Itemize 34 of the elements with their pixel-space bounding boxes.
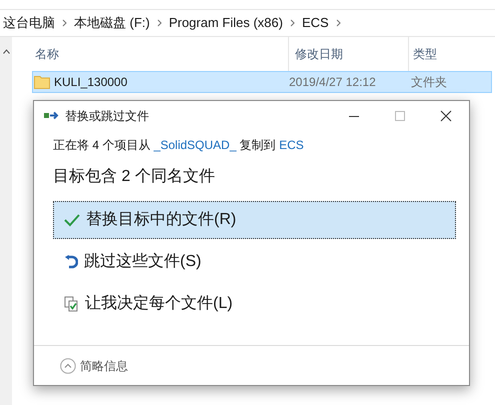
chevron-right-icon[interactable] (336, 19, 341, 27)
breadcrumb-item[interactable]: ECS (302, 13, 329, 33)
breadcrumb-item[interactable]: Program Files (x86) (168, 13, 283, 33)
column-header[interactable]: 修改日期 (295, 47, 343, 61)
scroll-up-icon[interactable] (2, 49, 10, 54)
chevron-right-icon[interactable] (156, 19, 162, 27)
breadcrumb-item[interactable]: 本地磁盘 (F:) (74, 13, 150, 33)
option-label: 替换目标中的文件(R) (86, 210, 236, 230)
file-row[interactable]: KULI_130000 2019/4/27 12:12 文件夹 (32, 71, 492, 93)
dialog-title: 替换或跳过文件 (65, 108, 150, 125)
option-button[interactable]: 跳过这些文件(S) (53, 243, 456, 281)
dialog-heading: 目标包含 2 个同名文件 (52, 166, 216, 187)
link[interactable]: _SolidSQUAD_ (154, 138, 236, 152)
option-button[interactable]: 让我决定每个文件(L) (53, 285, 456, 323)
option-label: 让我决定每个文件(L) (85, 294, 233, 314)
chevron-right-icon[interactable] (290, 19, 295, 27)
details-toggle[interactable]: 简略信息 (80, 356, 128, 374)
chevron-right-icon[interactable] (62, 19, 67, 27)
option-label: 跳过这些文件(S) (84, 252, 202, 272)
breadcrumb-item[interactable]: 这台电脑 (3, 13, 55, 33)
documents-icon (64, 296, 79, 312)
chevron-up-icon[interactable] (60, 358, 76, 374)
file-name: KULI_130000 (54, 74, 128, 91)
option-button[interactable]: 替换目标中的文件(R) (53, 201, 456, 239)
column-header[interactable]: 类型 (413, 47, 437, 61)
folder-icon (34, 75, 50, 89)
file-type: 文件夹 (411, 74, 447, 91)
check-icon (64, 213, 80, 227)
copy-message: 正在将 4 个项目从 _SolidSQUAD_ 复制到 ECS (52, 137, 305, 154)
column-header[interactable]: 名称 (35, 45, 59, 63)
link[interactable]: ECS (279, 138, 304, 152)
file-date: 2019/4/27 12:12 (289, 74, 377, 91)
copy-arrow-icon (44, 111, 60, 121)
undo-arrow-icon (64, 255, 78, 269)
